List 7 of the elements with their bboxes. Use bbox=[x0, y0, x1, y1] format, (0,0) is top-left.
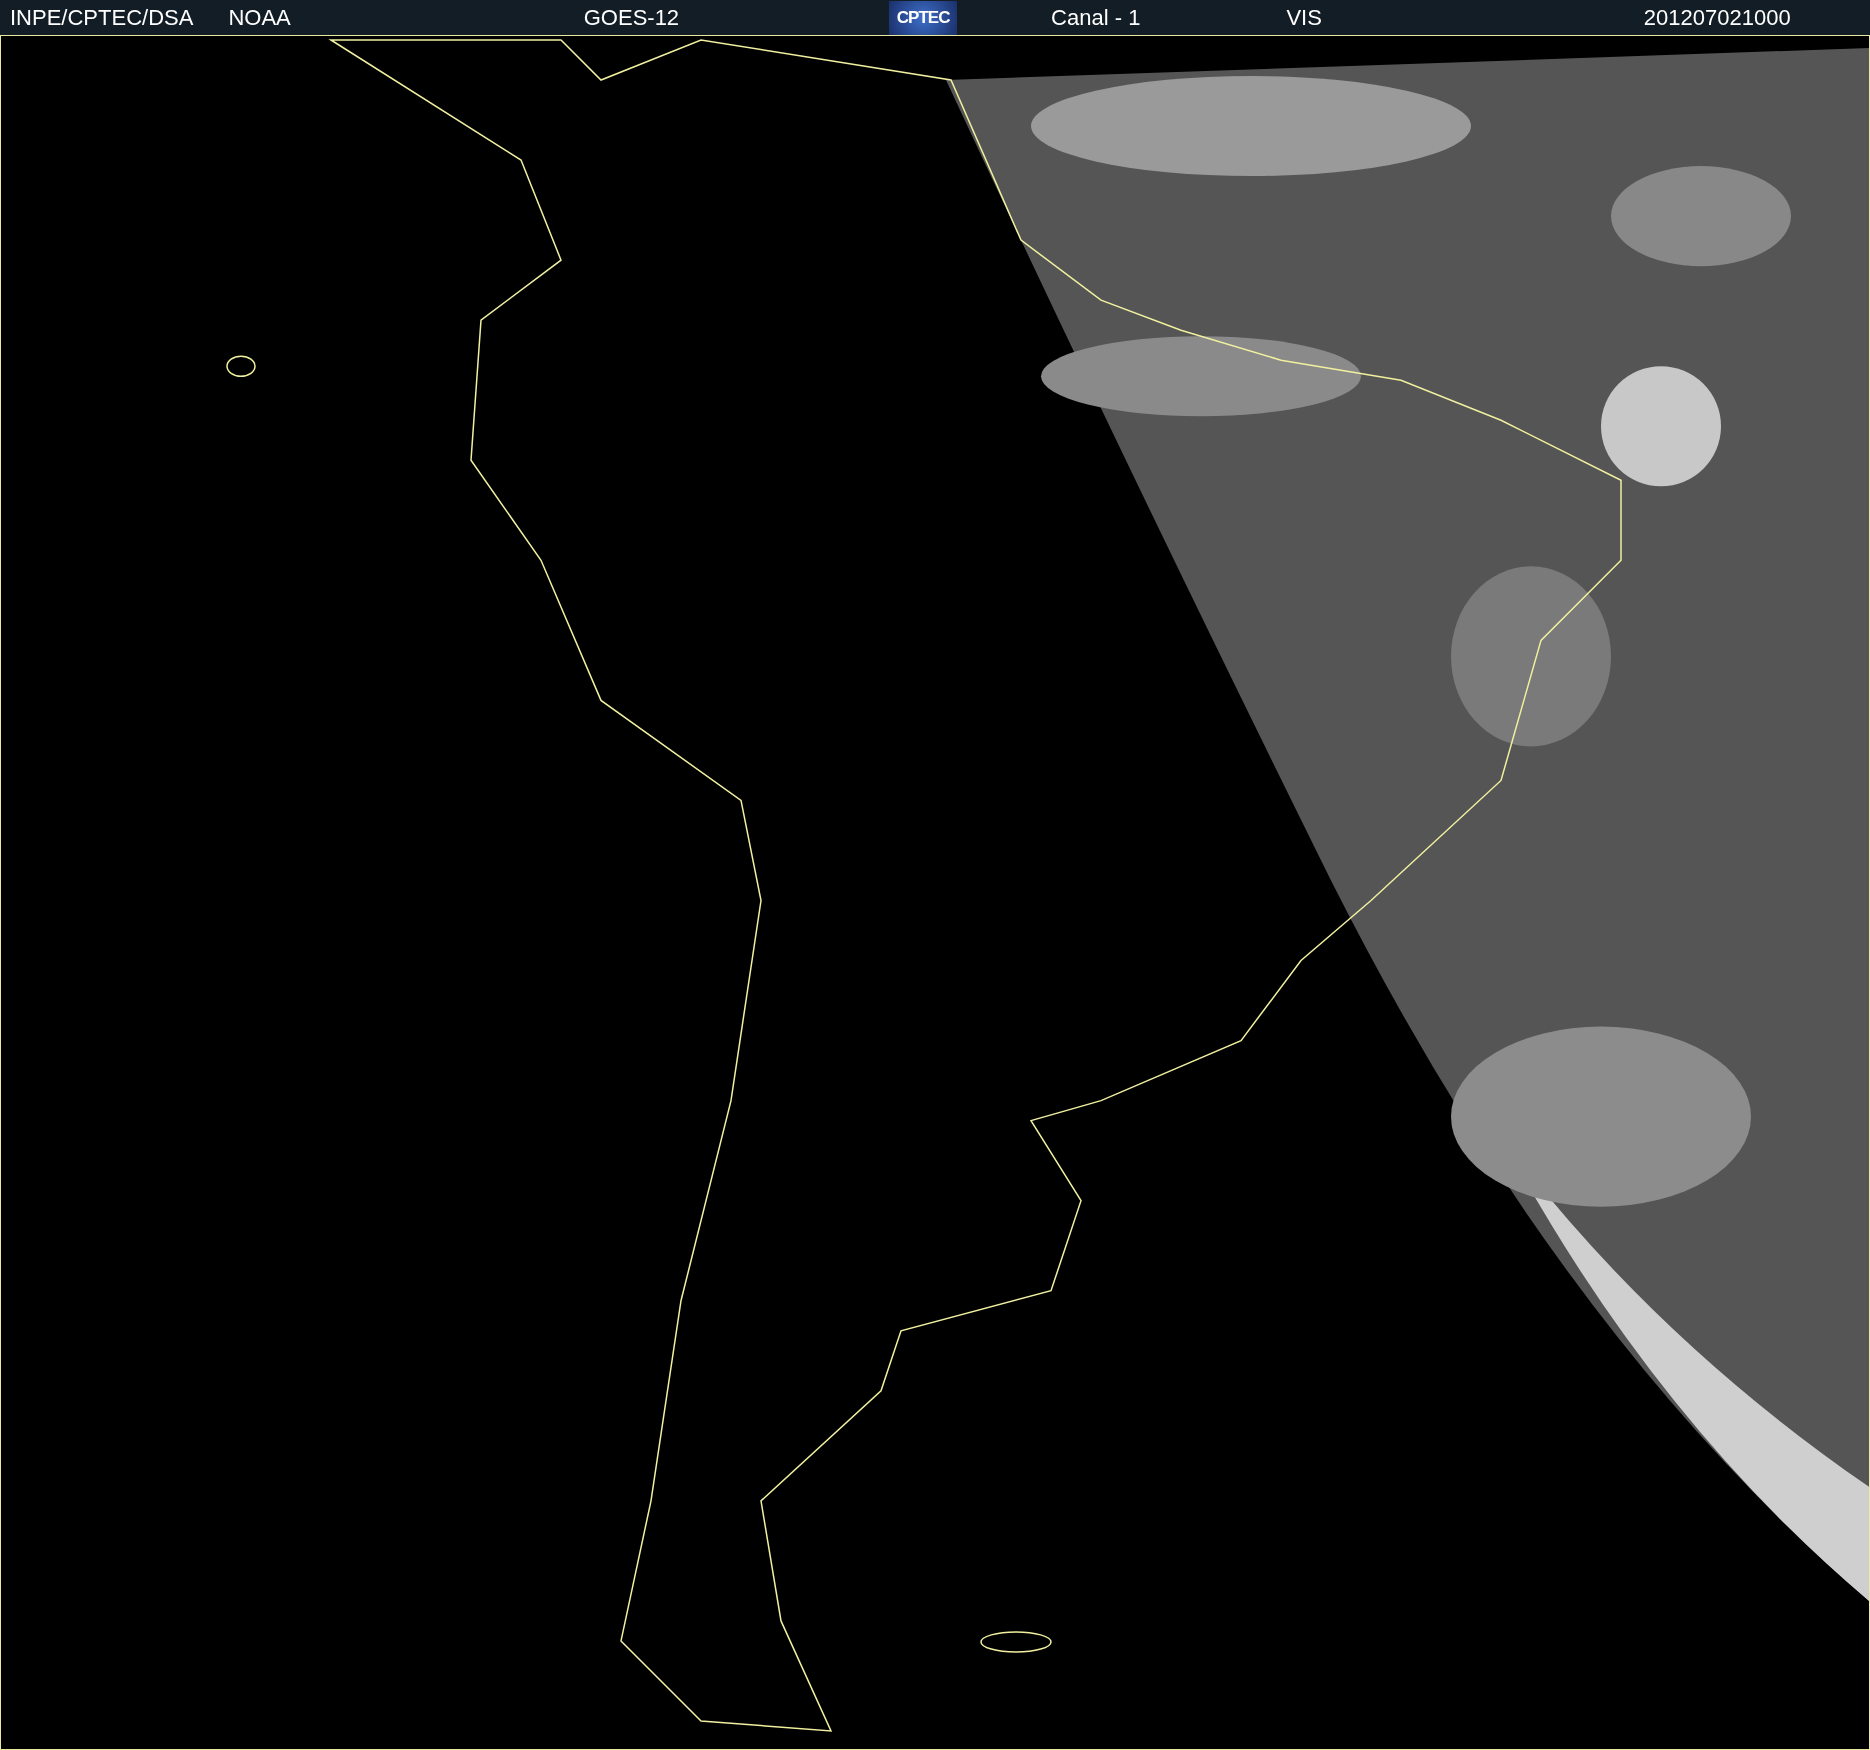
cptec-logo: CPTEC bbox=[889, 0, 958, 35]
agency-label: NOAA bbox=[228, 4, 291, 31]
band-label: VIS bbox=[1286, 4, 1322, 31]
timestamp-label: 201207021000 bbox=[1643, 4, 1791, 31]
satellite-label: GOES-12 bbox=[583, 4, 680, 31]
source-label: INPE/CPTEC/DSA bbox=[10, 4, 194, 31]
channel-label: Canal - 1 bbox=[1051, 4, 1141, 31]
